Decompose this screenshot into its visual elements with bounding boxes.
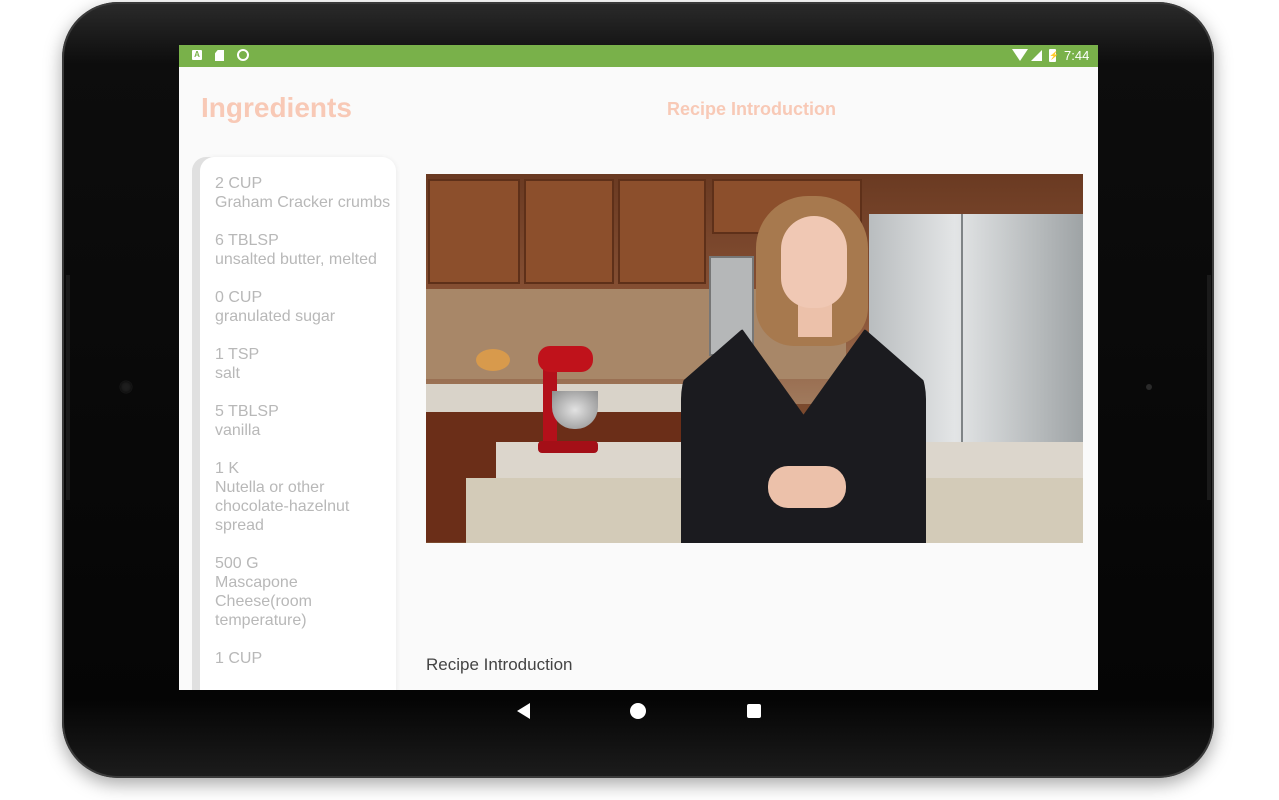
ingredient-quantity: 500 G bbox=[215, 555, 259, 572]
sync-circle-icon bbox=[237, 49, 249, 61]
video-cabinet bbox=[524, 179, 614, 284]
light-sensor bbox=[1146, 384, 1152, 390]
home-icon[interactable] bbox=[630, 703, 646, 719]
back-icon[interactable] bbox=[517, 703, 530, 719]
ingredient-name: salt bbox=[215, 365, 240, 382]
battery-charging-icon: ⚡ bbox=[1049, 49, 1059, 62]
speaker-slot-right bbox=[1207, 275, 1211, 500]
video-presenter-hands bbox=[768, 466, 846, 508]
ingredient-item: 1 TSP salt bbox=[215, 345, 393, 383]
ingredient-item: 2 CUP Graham Cracker crumbs bbox=[215, 174, 393, 212]
video-presenter-face bbox=[781, 216, 847, 308]
ingredient-name: vanilla bbox=[215, 422, 261, 439]
ingredient-name: granulated sugar bbox=[215, 308, 336, 325]
ingredients-title: Ingredients bbox=[201, 92, 352, 123]
ingredient-quantity: 1 CUP bbox=[215, 650, 263, 667]
ingredient-item: 500 G Mascapone Cheese(room temperature) bbox=[215, 554, 393, 630]
ingredients-card[interactable]: 2 CUP Graham Cracker crumbs 6 TBLSP unsa… bbox=[200, 157, 396, 690]
ingredient-name: unsalted butter, melted bbox=[215, 251, 377, 268]
video-cabinet bbox=[618, 179, 706, 284]
video-fruit-bowl bbox=[476, 349, 510, 371]
cellular-signal-icon bbox=[1031, 50, 1042, 61]
recent-apps-icon[interactable] bbox=[747, 704, 761, 718]
ingredient-quantity: 2 CUP bbox=[215, 175, 263, 192]
ingredient-name: Nutella or other chocolate-hazelnut spre… bbox=[215, 479, 350, 534]
wifi-icon bbox=[1012, 49, 1028, 61]
ingredient-quantity: 6 TBLSP bbox=[215, 232, 279, 249]
status-time: 7:44 bbox=[1064, 48, 1090, 63]
ingredients-list[interactable]: 2 CUP Graham Cracker crumbs 6 TBLSP unsa… bbox=[215, 174, 393, 687]
ingredient-name: Mascapone Cheese(room temperature) bbox=[215, 574, 312, 629]
app-screen: A ⚡ 7:44 Ingredients Recipe Introduction… bbox=[179, 45, 1098, 690]
recipe-intro-title: Recipe Introduction bbox=[667, 99, 837, 119]
ingredient-item: 0 CUP granulated sugar bbox=[215, 288, 393, 326]
ingredient-quantity: 5 TBLSP bbox=[215, 403, 279, 420]
recipe-video-player[interactable] bbox=[426, 174, 1083, 543]
ingredient-quantity: 1 K bbox=[215, 460, 240, 477]
ingredient-quantity: 0 CUP bbox=[215, 289, 263, 306]
ingredient-item: 1 K Nutella or other chocolate-hazelnut … bbox=[215, 459, 393, 535]
ingredient-item: 6 TBLSP unsalted butter, melted bbox=[215, 231, 393, 269]
sd-card-icon bbox=[215, 50, 224, 61]
video-cabinet bbox=[428, 179, 520, 284]
ingredient-item: 5 TBLSP vanilla bbox=[215, 402, 393, 440]
front-camera bbox=[120, 381, 132, 393]
status-bar: A ⚡ 7:44 bbox=[179, 45, 1098, 67]
recipe-step-caption: Recipe Introduction bbox=[426, 655, 573, 674]
video-stand-mixer bbox=[538, 346, 598, 456]
a-notification-icon: A bbox=[192, 50, 202, 60]
ingredient-item: 1 CUP bbox=[215, 649, 393, 668]
speaker-slot-left bbox=[66, 275, 70, 500]
ingredient-quantity: 1 TSP bbox=[215, 346, 260, 363]
ingredient-name: Graham Cracker crumbs bbox=[215, 194, 391, 211]
